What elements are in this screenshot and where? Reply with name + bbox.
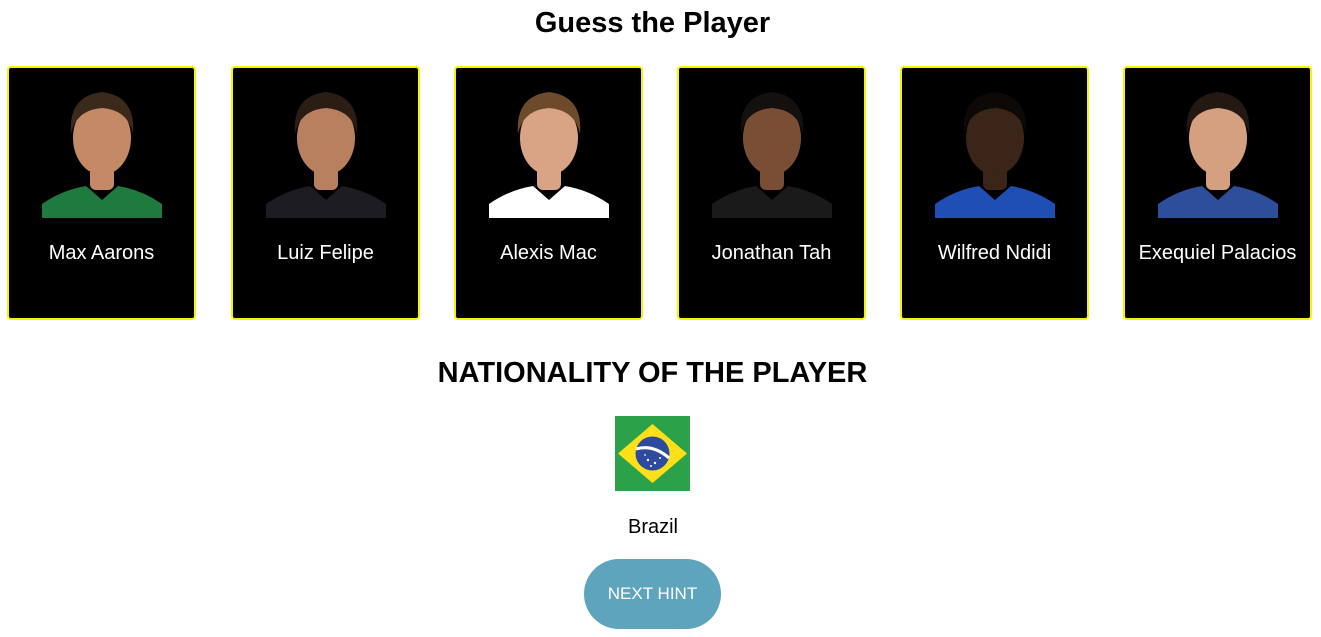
- page-title: Guess the Player: [534, 7, 771, 39]
- player-name: Luiz Felipe: [277, 242, 374, 264]
- player-portrait-image: [712, 92, 832, 218]
- player-name: Jonathan Tah: [711, 242, 832, 264]
- player-card[interactable]: Max Aarons: [7, 66, 196, 320]
- next-hint-button[interactable]: NEXT HINT: [584, 559, 721, 629]
- player-card-list: Max Aarons Luiz Felipe Alexis Mac Jonath…: [7, 66, 1314, 320]
- brazil-flag-icon: [615, 416, 690, 491]
- player-portrait-image: [1158, 92, 1278, 218]
- player-card[interactable]: Exequiel Palacios: [1123, 66, 1312, 320]
- player-portrait-image: [42, 92, 162, 218]
- player-card[interactable]: Luiz Felipe: [231, 66, 420, 320]
- player-name: Exequiel Palacios: [1138, 242, 1297, 264]
- nationality-value: Brazil: [627, 516, 678, 538]
- player-name: Alexis Mac: [500, 242, 597, 264]
- player-card[interactable]: Alexis Mac: [454, 66, 643, 320]
- player-portrait-image: [266, 92, 386, 218]
- hint-title: NATIONALITY OF THE PLAYER: [437, 357, 868, 389]
- player-portrait-image: [935, 92, 1055, 218]
- player-portrait-image: [489, 92, 609, 218]
- player-name: Wilfred Ndidi: [937, 242, 1052, 264]
- player-card[interactable]: Wilfred Ndidi: [900, 66, 1089, 320]
- player-card[interactable]: Jonathan Tah: [677, 66, 866, 320]
- player-name: Max Aarons: [48, 242, 155, 264]
